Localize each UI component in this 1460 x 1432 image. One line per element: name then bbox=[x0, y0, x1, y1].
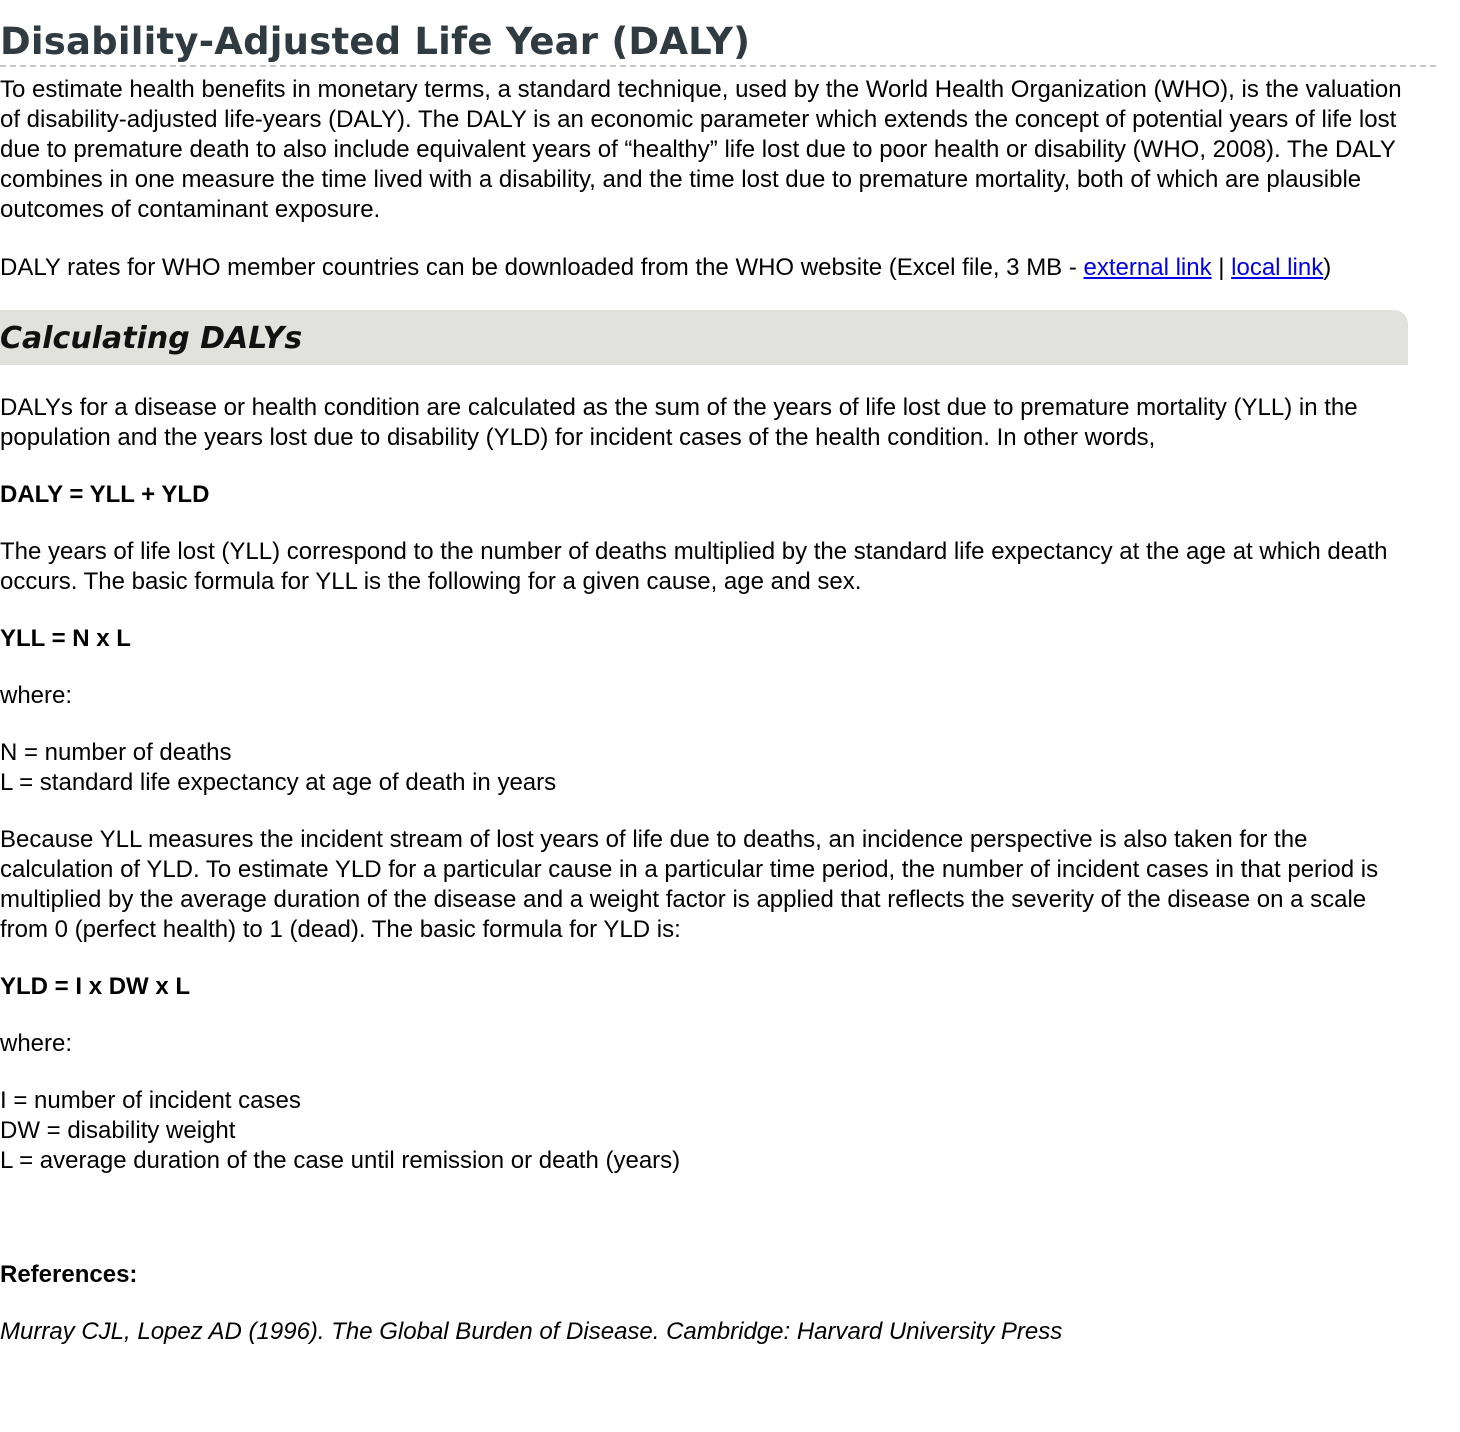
yld-where-label: where: bbox=[0, 1030, 73, 1057]
page-title: Disability-Adjusted Life Year (DALY) bbox=[0, 20, 1436, 67]
yll-term: L = standard life expectancy at age of d… bbox=[0, 769, 557, 796]
yld-term: DW = disability weight bbox=[0, 1117, 236, 1144]
local-link[interactable]: local link bbox=[1231, 254, 1323, 281]
download-paragraph: DALY rates for WHO member countries can … bbox=[0, 253, 1400, 283]
yld-terms-list: I = number of incident cases DW = disabi… bbox=[0, 1086, 1436, 1176]
reference-item: Murray CJL, Lopez AD (1996). The Global … bbox=[0, 1318, 1063, 1345]
page-content: Disability-Adjusted Life Year (DALY) To … bbox=[0, 20, 1436, 1347]
download-text: DALY rates for WHO member countries can … bbox=[0, 254, 1084, 281]
section-title: Calculating DALYs bbox=[0, 321, 303, 356]
yld-definition: Because YLL measures the incident stream… bbox=[0, 826, 1379, 943]
yll-formula: YLL = N x L bbox=[0, 625, 131, 652]
link-separator: | bbox=[1211, 254, 1232, 281]
references-heading: References: bbox=[0, 1261, 138, 1288]
yll-definition: The years of life lost (YLL) correspond … bbox=[0, 538, 1388, 595]
yll-terms-list: N = number of deaths L = standard life e… bbox=[0, 738, 1436, 798]
daly-formula: DALY = YLL + YLD bbox=[0, 481, 210, 508]
intro-paragraph: To estimate health benefits in monetary … bbox=[0, 76, 1402, 223]
yld-term: L = average duration of the case until r… bbox=[0, 1147, 681, 1174]
daly-definition: DALYs for a disease or health condition … bbox=[0, 394, 1358, 451]
section-header: Calculating DALYs bbox=[0, 310, 1408, 365]
yll-term: N = number of deaths bbox=[0, 739, 232, 766]
download-suffix: ) bbox=[1323, 254, 1332, 281]
yld-formula: YLD = I x DW x L bbox=[0, 973, 191, 1000]
yll-where-label: where: bbox=[0, 682, 73, 709]
external-link[interactable]: external link bbox=[1084, 254, 1212, 281]
yld-term: I = number of incident cases bbox=[0, 1087, 301, 1114]
